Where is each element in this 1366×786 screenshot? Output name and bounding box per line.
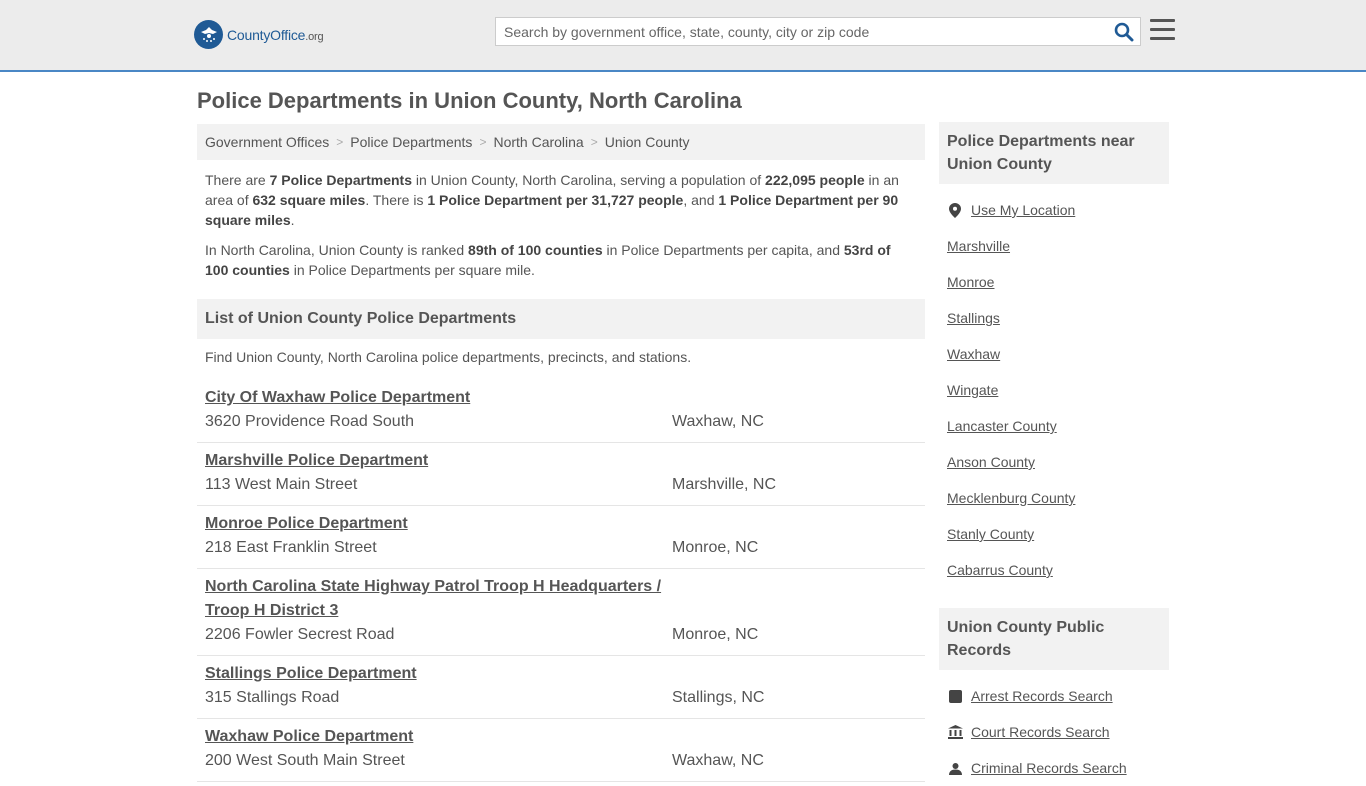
eagle-logo-icon bbox=[194, 20, 223, 49]
list-item: City Of Waxhaw Police Department 3620 Pr… bbox=[197, 380, 925, 443]
breadcrumb-north-carolina[interactable]: North Carolina bbox=[493, 134, 583, 150]
sidebar-nearby-links: Use My Location Marshville Monroe Stalli… bbox=[939, 184, 1169, 588]
department-link[interactable]: City Of Waxhaw Police Department bbox=[205, 386, 675, 410]
chevron-right-icon: > bbox=[336, 135, 344, 149]
nearby-link-wingate[interactable]: Wingate bbox=[947, 372, 1161, 408]
intro-text-run: in Police Departments per square mile. bbox=[289, 262, 535, 278]
chevron-right-icon: > bbox=[479, 135, 487, 149]
nearby-link-monroe[interactable]: Monroe bbox=[947, 264, 1161, 300]
intro-highlight: 1 Police Department per 31,727 people bbox=[427, 192, 684, 208]
sidebar-records-links: Arrest Records Search Court Records Sear… bbox=[939, 670, 1169, 786]
search-input[interactable] bbox=[496, 18, 1106, 45]
list-item: Monroe Police Department 218 East Frankl… bbox=[197, 506, 925, 569]
department-link[interactable]: Stallings Police Department bbox=[205, 662, 675, 686]
department-city: Marshville, NC bbox=[672, 476, 777, 493]
nearby-link-anson-county[interactable]: Anson County bbox=[947, 444, 1161, 480]
department-link[interactable]: Monroe Police Department bbox=[205, 512, 675, 536]
criminal-records-link[interactable]: Criminal Records Search bbox=[947, 750, 1161, 786]
sidebar-records-heading: Union County Public Records bbox=[939, 608, 1169, 670]
department-city: Monroe, NC bbox=[672, 626, 759, 643]
list-item: Marshville Police Department 113 West Ma… bbox=[197, 443, 925, 506]
intro-text-run: , and bbox=[683, 192, 719, 208]
page-title: Police Departments in Union County, Nort… bbox=[197, 88, 742, 113]
court-records-label: Court Records Search bbox=[971, 724, 1110, 740]
department-address: 315 Stallings Road bbox=[205, 689, 340, 706]
nearby-link-mecklenburg-county[interactable]: Mecklenburg County bbox=[947, 480, 1161, 516]
use-my-location-link[interactable]: Use My Location bbox=[947, 192, 1161, 228]
arrest-icon bbox=[947, 689, 963, 703]
criminal-records-icon bbox=[947, 762, 963, 775]
sidebar-nearby-heading: Police Departments near Union County bbox=[939, 122, 1169, 184]
nearby-link-waxhaw[interactable]: Waxhaw bbox=[947, 336, 1161, 372]
nearby-link-lancaster-county[interactable]: Lancaster County bbox=[947, 408, 1161, 444]
nearby-link-stanly-county[interactable]: Stanly County bbox=[947, 516, 1161, 552]
arrest-records-link[interactable]: Arrest Records Search bbox=[947, 678, 1161, 714]
logo-text: CountyOffice.org bbox=[227, 26, 324, 43]
department-address: 200 West South Main Street bbox=[205, 752, 405, 769]
list-item: North Carolina State Highway Patrol Troo… bbox=[197, 569, 925, 656]
breadcrumb-government-offices[interactable]: Government Offices bbox=[205, 134, 329, 150]
intro-paragraph-population: There are 7 Police Departments in Union … bbox=[205, 170, 917, 230]
search-icon[interactable] bbox=[1114, 22, 1134, 42]
intro-highlight: 632 square miles bbox=[252, 192, 366, 208]
nearby-link-stallings[interactable]: Stallings bbox=[947, 300, 1161, 336]
department-address: 3620 Providence Road South bbox=[205, 413, 415, 430]
chevron-right-icon: > bbox=[590, 135, 598, 149]
department-list: City Of Waxhaw Police Department 3620 Pr… bbox=[197, 380, 925, 782]
site-logo[interactable]: CountyOffice.org bbox=[194, 20, 324, 49]
site-header: CountyOffice.org bbox=[0, 0, 1366, 72]
department-link[interactable]: Waxhaw Police Department bbox=[205, 725, 675, 749]
department-address: 218 East Franklin Street bbox=[205, 539, 377, 556]
intro-text-run: In North Carolina, Union County is ranke… bbox=[205, 242, 469, 258]
map-pin-icon bbox=[947, 202, 963, 218]
intro-text-run: in Union County, North Carolina, serving… bbox=[411, 172, 766, 188]
department-address: 2206 Fowler Secrest Road bbox=[205, 626, 395, 643]
intro-text-run: There are bbox=[205, 172, 270, 188]
department-address: 113 West Main Street bbox=[205, 476, 358, 493]
nearby-link-cabarrus-county[interactable]: Cabarrus County bbox=[947, 552, 1161, 588]
courthouse-icon bbox=[947, 725, 963, 739]
department-city: Waxhaw, NC bbox=[672, 752, 764, 769]
intro-highlight: 89th of 100 counties bbox=[468, 242, 603, 258]
intro-text-run: in Police Departments per capita, and bbox=[602, 242, 844, 258]
list-item: Stallings Police Department 315 Stalling… bbox=[197, 656, 925, 719]
intro-text: There are 7 Police Departments in Union … bbox=[205, 170, 917, 290]
nearby-link-marshville[interactable]: Marshville bbox=[947, 228, 1161, 264]
intro-paragraph-ranking: In North Carolina, Union County is ranke… bbox=[205, 240, 917, 280]
sidebar-nearby: Police Departments near Union County Use… bbox=[939, 122, 1169, 588]
hamburger-menu-icon[interactable] bbox=[1150, 19, 1175, 41]
department-link[interactable]: North Carolina State Highway Patrol Troo… bbox=[205, 575, 675, 623]
department-link[interactable]: Marshville Police Department bbox=[205, 449, 675, 473]
department-city: Waxhaw, NC bbox=[672, 413, 764, 430]
search-box bbox=[495, 17, 1141, 46]
breadcrumb: Government Offices > Police Departments … bbox=[197, 124, 925, 160]
list-item: Waxhaw Police Department 200 West South … bbox=[197, 719, 925, 782]
arrest-records-label: Arrest Records Search bbox=[971, 688, 1113, 704]
breadcrumb-union-county[interactable]: Union County bbox=[605, 134, 690, 150]
intro-text-run: . bbox=[290, 212, 295, 228]
intro-text-run: . There is bbox=[365, 192, 428, 208]
list-description: Find Union County, North Carolina police… bbox=[205, 349, 692, 365]
sidebar-records: Union County Public Records Arrest Recor… bbox=[939, 608, 1169, 786]
criminal-records-label: Criminal Records Search bbox=[971, 760, 1127, 776]
list-heading: List of Union County Police Departments bbox=[197, 299, 925, 339]
intro-highlight: 222,095 people bbox=[765, 172, 865, 188]
court-records-link[interactable]: Court Records Search bbox=[947, 714, 1161, 750]
department-city: Stallings, NC bbox=[672, 689, 765, 706]
use-my-location-label: Use My Location bbox=[971, 202, 1076, 218]
department-city: Monroe, NC bbox=[672, 539, 759, 556]
intro-highlight: 7 Police Departments bbox=[269, 172, 412, 188]
breadcrumb-police-departments[interactable]: Police Departments bbox=[350, 134, 472, 150]
